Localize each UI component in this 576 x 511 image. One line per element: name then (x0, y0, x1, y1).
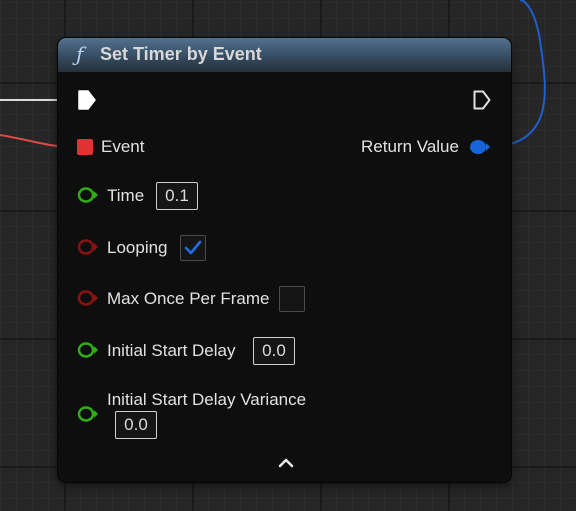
exec-out-pin-icon[interactable] (473, 90, 491, 110)
delay-variance-label: Initial Start Delay Variance (107, 390, 307, 409)
return-value-pin-icon[interactable] (469, 138, 491, 156)
max-once-checkbox[interactable] (279, 286, 305, 312)
checkmark-icon (184, 240, 202, 255)
function-icon: ƒ (76, 42, 84, 66)
max-once-label: Max Once Per Frame (107, 289, 270, 308)
looping-checkbox[interactable] (180, 235, 206, 261)
initial-start-delay-label: Initial Start Delay (107, 341, 236, 360)
looping-pin-icon[interactable] (77, 238, 101, 256)
time-pin-icon[interactable] (77, 186, 101, 204)
node-title: Set Timer by Event (100, 44, 262, 64)
looping-label: Looping (107, 238, 168, 257)
exec-in-pin-icon[interactable] (78, 90, 96, 110)
time-label: Time (107, 186, 145, 205)
delay-variance-pin-icon[interactable] (77, 405, 101, 423)
initial-start-delay-pin-icon[interactable] (77, 341, 101, 359)
event-pin-label: Event (101, 137, 145, 156)
max-once-pin-icon[interactable] (77, 289, 101, 307)
chevron-up-icon[interactable] (277, 455, 295, 469)
set-timer-by-event-node[interactable]: ƒ Set Timer by Event Event Return Value … (58, 38, 511, 482)
return-value-label: Return Value (361, 137, 459, 156)
delay-variance-input[interactable]: 0.0 (115, 411, 157, 439)
event-pin-icon[interactable] (77, 139, 93, 155)
initial-start-delay-input[interactable]: 0.0 (253, 337, 295, 365)
time-input[interactable]: 0.1 (156, 182, 198, 210)
node-header[interactable]: ƒ Set Timer by Event (58, 38, 511, 72)
